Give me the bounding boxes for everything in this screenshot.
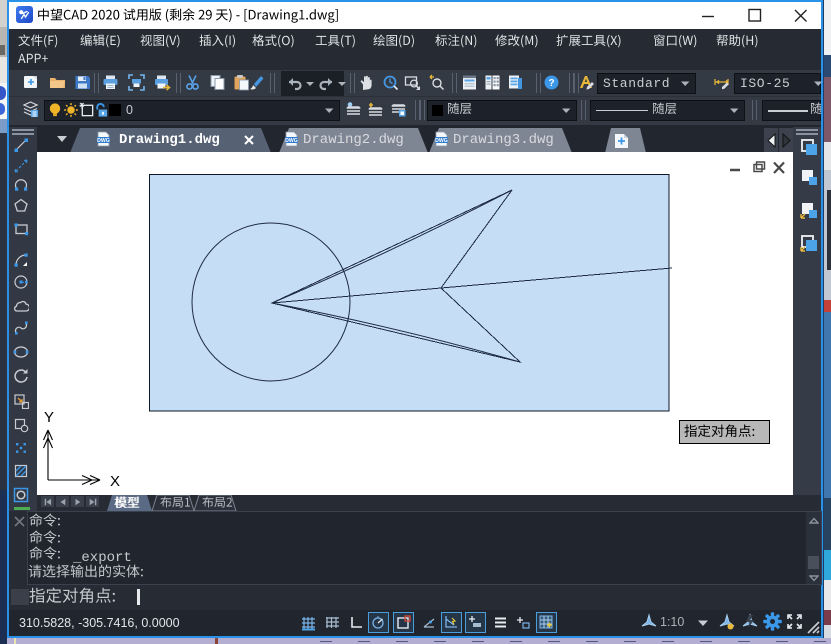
svg-text:?: ? — [548, 78, 554, 89]
svg-text:Y: Y — [44, 409, 54, 426]
svg-text:X: X — [110, 473, 120, 490]
svg-text:DWG: DWG — [435, 138, 448, 144]
svg-text:DWG: DWG — [97, 138, 110, 144]
svg-text:DWG: DWG — [285, 138, 298, 144]
